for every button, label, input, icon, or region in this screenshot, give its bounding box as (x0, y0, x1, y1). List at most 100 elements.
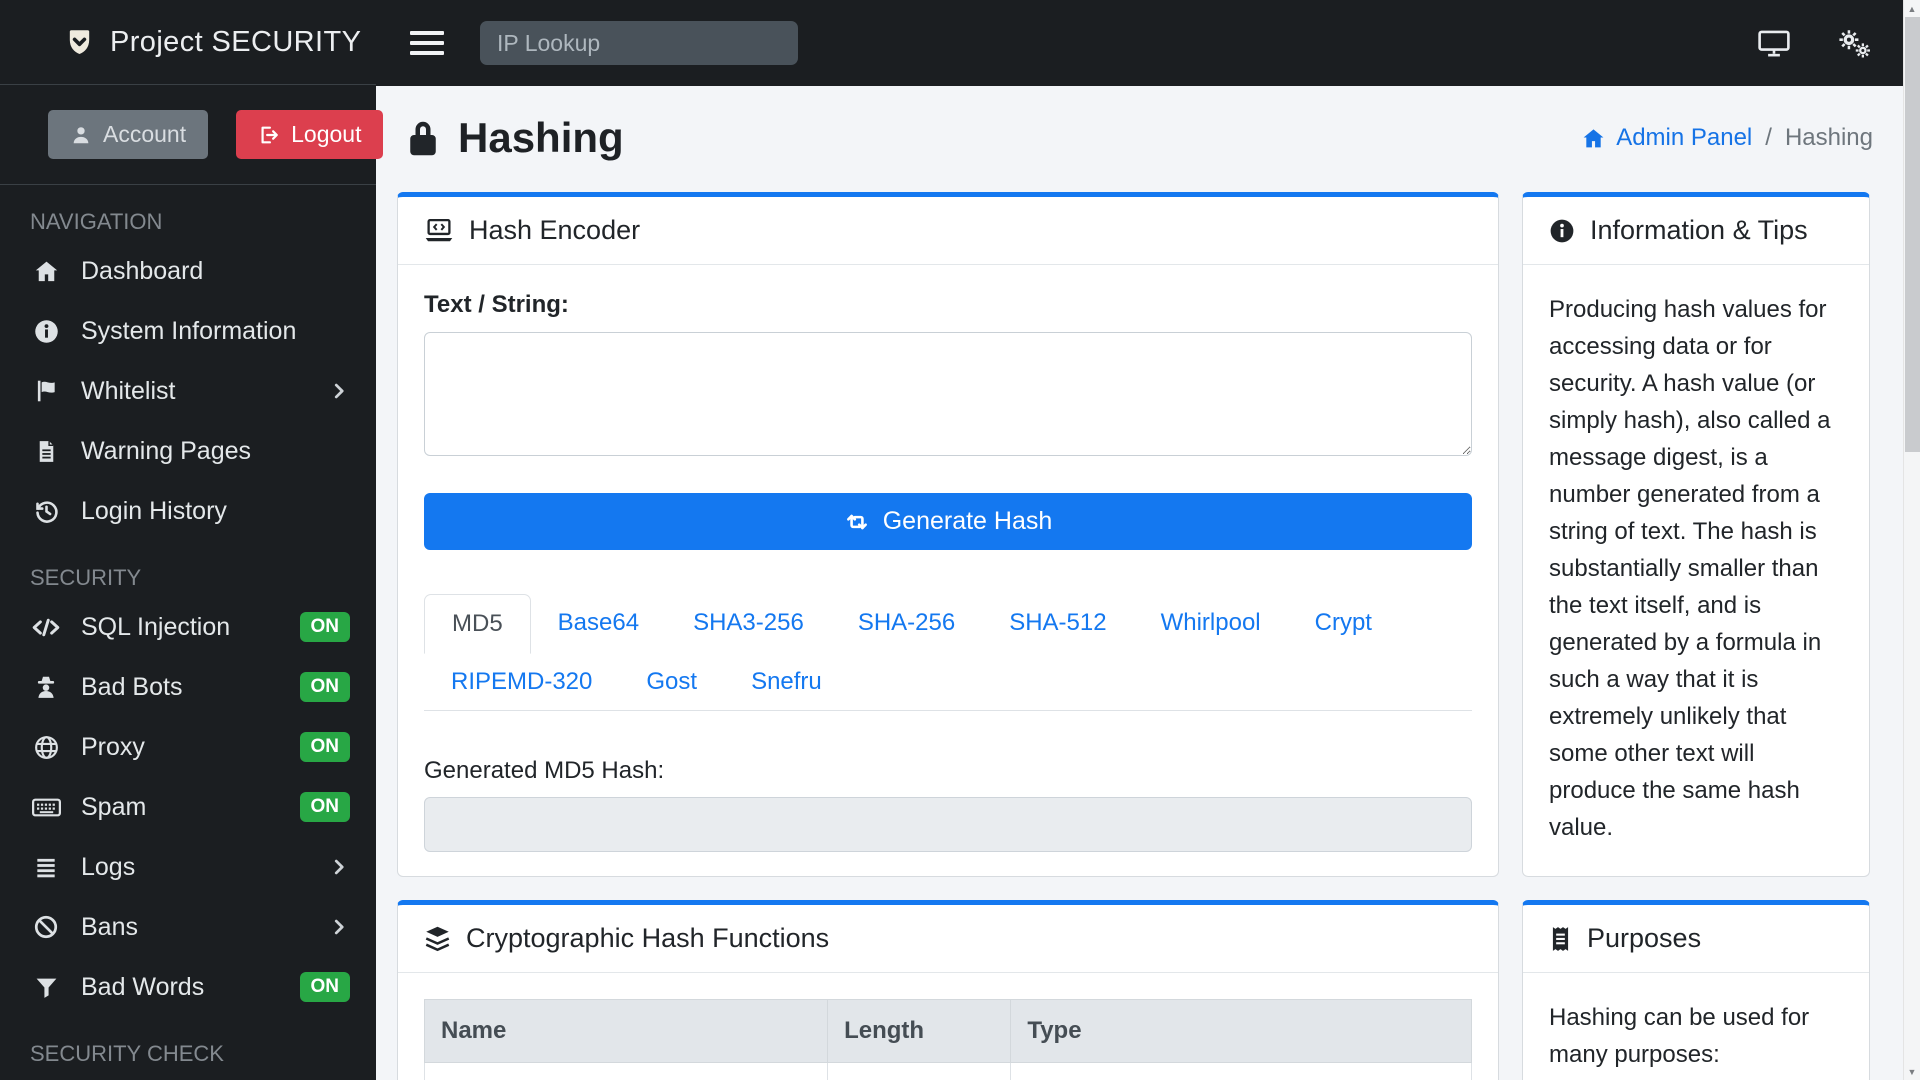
text-string-textarea[interactable] (424, 332, 1472, 456)
topbar-actions (1757, 27, 1873, 60)
sidebar-item-bad-bots[interactable]: Bad Bots ON (0, 657, 376, 717)
cell-name: BLAKE-256 (423, 1062, 829, 1080)
account-label: Account (103, 121, 187, 147)
sidebar-item-proxy[interactable]: Proxy ON (0, 717, 376, 777)
left-column: Hash Encoder Text / String: Generate Has… (397, 192, 1499, 1080)
flag-icon (30, 378, 62, 404)
purposes-text-more: to retrieve data and to store passwords (1549, 1073, 1843, 1080)
table-header-row: Name Length Type (423, 999, 1472, 1063)
scrollbar-thumb[interactable] (1905, 17, 1920, 452)
globe-icon (30, 734, 62, 761)
hamburger-menu-icon[interactable] (410, 31, 444, 55)
brand-title: Project SECURITY (110, 25, 362, 58)
sidebar-item-logs[interactable]: Logs (0, 837, 376, 897)
sidebar-item-sql-injection[interactable]: SQL Injection ON (0, 597, 376, 657)
sidebar-item-login-history[interactable]: Login History (0, 481, 376, 541)
column-name: Name (423, 999, 829, 1063)
sidebar-item-label: Bad Bots (81, 672, 183, 701)
status-badge: ON (299, 672, 350, 702)
tab-sha3-256[interactable]: SHA3-256 (666, 594, 831, 654)
sidebar-item-label: Dashboard (81, 256, 204, 285)
tab-sha-256[interactable]: SHA-256 (831, 594, 982, 654)
sidebar-section-navigation: NAVIGATION (30, 209, 163, 234)
home-icon (30, 258, 62, 285)
account-button[interactable]: Account (48, 110, 209, 159)
status-badge: ON (299, 612, 350, 642)
sidebar-item-bad-words[interactable]: Bad Words ON (0, 957, 376, 1017)
tab-sha-512[interactable]: SHA-512 (982, 594, 1133, 654)
generated-hash-label: Generated MD5 Hash: (424, 757, 665, 784)
sidebar-item-spam[interactable]: Spam ON (0, 777, 376, 837)
hash-functions-header: Cryptographic Hash Functions (398, 905, 1498, 973)
breadcrumb: Admin Panel / Hashing (1581, 124, 1873, 152)
sidebar-item-label: Bans (81, 912, 138, 941)
ban-icon (30, 914, 62, 940)
list-icon (30, 854, 62, 880)
hash-encoder-header: Hash Encoder (398, 197, 1498, 265)
status-badge: ON (299, 732, 350, 762)
repeat-icon (844, 509, 870, 535)
cell-type: HAIFA structure (1010, 1062, 1472, 1080)
chevron-right-icon (328, 916, 350, 938)
tab-ripemd-320[interactable]: RIPEMD-320 (424, 653, 619, 711)
search-input[interactable] (480, 21, 798, 65)
history-icon (30, 498, 62, 525)
sidebar-item-whitelist[interactable]: Whitelist (0, 361, 376, 421)
tab-crypt[interactable]: Crypt (1288, 594, 1399, 654)
logout-button[interactable]: Logout (236, 110, 384, 159)
information-tips-header: Information & Tips (1523, 197, 1869, 265)
main-content: Hashing Admin Panel / Hashing Hash Encod… (376, 86, 1903, 1080)
hash-functions-card: Cryptographic Hash Functions Name Length… (397, 900, 1499, 1080)
hash-type-tabs: MD5 Base64 SHA3-256 SHA-256 SHA-512 Whir… (424, 594, 1472, 711)
tab-snefru[interactable]: Snefru (724, 653, 849, 711)
gears-icon[interactable] (1835, 27, 1873, 60)
sidebar-item-label: Warning Pages (81, 436, 251, 465)
account-row: Account Logout (0, 85, 384, 185)
home-icon (1581, 126, 1606, 151)
generate-hash-button[interactable]: Generate Hash (424, 493, 1472, 550)
generated-hash-input[interactable] (424, 797, 1472, 852)
status-badge: ON (299, 792, 350, 822)
page-title: Hashing (405, 112, 624, 164)
topbar (376, 0, 1903, 86)
sidebar-item-label: System Information (81, 316, 297, 345)
purposes-card: Purposes Hashing can be used for many pu… (1522, 900, 1870, 1080)
keyboard-icon (30, 795, 62, 820)
sidebar: Project SECURITY Account Logout NAVIGATI… (0, 0, 384, 1080)
filter-icon (30, 975, 62, 1000)
sidebar-section-security-check: SECURITY CHECK (30, 1041, 224, 1066)
sidebar-item-bans[interactable]: Bans (0, 897, 376, 957)
info-circle-icon (1549, 218, 1575, 244)
brand: Project SECURITY (0, 0, 376, 85)
sidebar-item-label: Logs (81, 852, 136, 881)
table-row: BLAKE-256 256 bits HAIFA structure (423, 1062, 1472, 1080)
tips-text: Producing hash values for accessing data… (1549, 296, 1831, 841)
layers-icon (424, 925, 451, 952)
scrollbar-up-arrow[interactable]: ▲ (1904, 0, 1920, 17)
hash-functions-table: Name Length Type BLAKE-256 256 bits HAIF… (423, 999, 1472, 1080)
purposes-body: Hashing can be used for many purposes: t… (1523, 973, 1869, 1080)
logout-icon (258, 124, 280, 146)
sidebar-item-label: Proxy (81, 732, 145, 761)
sidebar-item-label: Spam (81, 792, 147, 821)
tab-base64[interactable]: Base64 (531, 594, 666, 654)
sidebar-item-system-information[interactable]: System Information (0, 301, 376, 361)
scrollbar[interactable]: ▲ ▼ (1903, 0, 1920, 1080)
sidebar-item-label: SQL Injection (81, 612, 231, 641)
scrollbar-down-arrow[interactable]: ▼ (1904, 1063, 1920, 1080)
receipt-icon (1549, 926, 1572, 952)
sidebar-section-security: SECURITY (30, 565, 142, 590)
file-text-icon (30, 439, 62, 464)
sidebar-item-dashboard[interactable]: Dashboard (0, 241, 376, 301)
tab-gost[interactable]: Gost (619, 653, 724, 711)
lock-icon (405, 117, 441, 159)
hash-encoder-body: Text / String: Generate Hash MD5 Base64 … (398, 265, 1498, 876)
sidebar-item-warning-pages[interactable]: Warning Pages (0, 421, 376, 481)
right-column: Information & Tips Producing hash values… (1522, 192, 1870, 1080)
information-tips-title: Information & Tips (1590, 215, 1808, 245)
monitor-icon[interactable] (1757, 27, 1791, 59)
breadcrumb-admin-panel[interactable]: Admin Panel (1581, 124, 1752, 152)
tab-whirlpool[interactable]: Whirlpool (1134, 594, 1288, 654)
chevron-right-icon (328, 380, 350, 402)
tab-md5[interactable]: MD5 (424, 594, 531, 654)
